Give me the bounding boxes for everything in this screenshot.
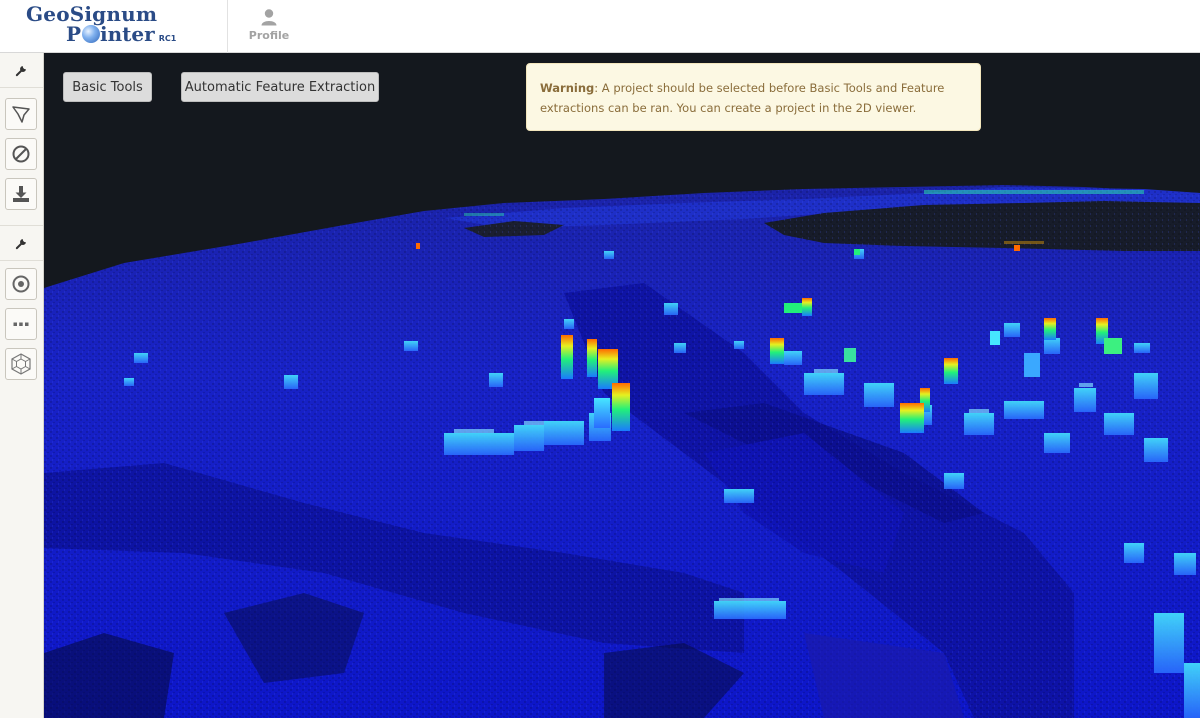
download-button[interactable] <box>5 178 37 210</box>
profile-label: Profile <box>248 29 290 42</box>
more-icon <box>13 322 29 326</box>
left-toolbar <box>0 53 44 718</box>
logo-subtitle-row: Pinter RC1 <box>66 22 176 46</box>
warning-message: : A project should be selected before Ba… <box>540 81 945 115</box>
basic-tools-button[interactable]: Basic Tools <box>63 72 152 102</box>
clear-icon <box>12 145 30 163</box>
more-button[interactable] <box>5 308 37 340</box>
clear-button[interactable] <box>5 138 37 170</box>
app-header: GeoSignum Pinter RC1 Profile <box>0 0 1200 53</box>
download-icon <box>13 186 29 202</box>
polygon-select-icon <box>12 106 30 123</box>
wrench-icon <box>15 238 26 249</box>
mesh-icon <box>11 353 31 375</box>
wrench-icon <box>15 65 26 76</box>
app-logo[interactable]: GeoSignum Pinter RC1 <box>0 0 228 53</box>
polygon-select-button[interactable] <box>5 98 37 130</box>
pointcloud-render[interactable] <box>44 53 1200 718</box>
target-button[interactable] <box>5 268 37 300</box>
warning-title: Warning <box>540 81 595 95</box>
mesh-button[interactable] <box>5 348 37 380</box>
target-icon <box>12 275 30 293</box>
toolbar-group-header-2[interactable] <box>0 225 43 261</box>
logo-subtitle-rest: inter <box>100 22 155 46</box>
user-icon <box>261 9 277 26</box>
logo-version-badge: RC1 <box>158 34 177 43</box>
automatic-feature-extraction-button[interactable]: Automatic Feature Extraction <box>181 72 379 102</box>
profile-button[interactable]: Profile <box>238 6 300 50</box>
warning-alert: Warning: A project should be selected be… <box>526 63 981 131</box>
globe-icon <box>82 25 101 43</box>
toolbar-group-header-1[interactable] <box>0 53 43 88</box>
logo-subtitle-p: P <box>66 22 82 46</box>
pointcloud-viewer[interactable]: Basic Tools Automatic Feature Extraction… <box>44 53 1200 718</box>
